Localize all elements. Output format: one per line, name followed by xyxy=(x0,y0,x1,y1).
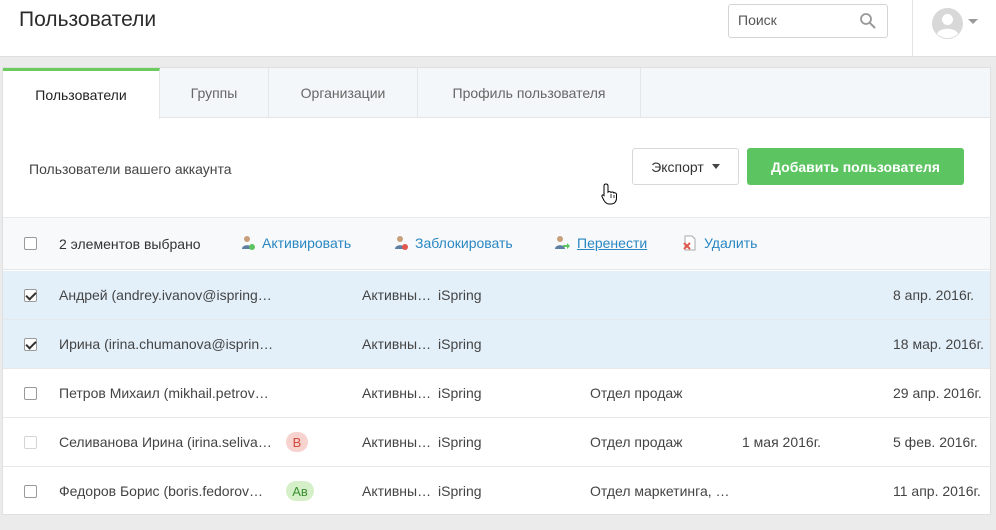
user-date: 5 фев. 2016г. xyxy=(893,434,978,450)
delete-document-icon xyxy=(683,235,696,251)
move-button[interactable]: Перенести xyxy=(553,233,647,253)
table-row[interactable]: Андрей (andrey.ivanov@ispring… Активны… … xyxy=(3,271,990,320)
user-move-icon xyxy=(555,236,570,249)
add-user-button[interactable]: Добавить пользователя xyxy=(747,148,964,185)
user-block-icon xyxy=(395,236,408,250)
users-panel: Пользователи Группы Организации Профиль … xyxy=(2,67,991,515)
user-name[interactable]: Петров Михаил (mikhail.petrov… xyxy=(59,385,269,401)
bulk-action-bar: 2 элементов выбрано Активировать Заблоки… xyxy=(3,217,990,270)
search-box[interactable] xyxy=(728,4,888,38)
tab-organizations[interactable]: Организации xyxy=(269,68,418,118)
page-title: Пользователи xyxy=(19,8,157,31)
row-checkbox[interactable] xyxy=(24,289,37,302)
delete-button[interactable]: Удалить xyxy=(682,233,757,253)
selected-count: 2 элементов выбрано xyxy=(59,236,201,252)
user-department: Отдел продаж xyxy=(590,434,683,450)
avatar-icon[interactable] xyxy=(932,8,963,39)
user-status: Активны… xyxy=(362,287,432,303)
user-activate-icon xyxy=(242,236,255,250)
user-organization: iSpring xyxy=(438,385,482,401)
table-row[interactable]: Федоров Борис (boris.fedorov… Ав Активны… xyxy=(3,467,990,514)
user-date: 8 апр. 2016г. xyxy=(893,287,975,303)
user-date: 11 апр. 2016г. xyxy=(893,483,981,499)
top-bar: Пользователи xyxy=(0,0,996,57)
hand-cursor-icon xyxy=(601,183,617,205)
user-status: Активны… xyxy=(362,434,432,450)
user-status: Активны… xyxy=(362,336,432,352)
status-badge: Ав xyxy=(286,481,314,501)
table-row[interactable]: Петров Михаил (mikhail.petrov… Активны… … xyxy=(3,369,990,418)
table-row[interactable]: Ирина (irina.chumanova@isprin… Активны… … xyxy=(3,320,990,369)
user-status: Активны… xyxy=(362,385,432,401)
user-date: 18 мар. 2016г. xyxy=(893,336,984,352)
tab-users[interactable]: Пользователи xyxy=(3,68,160,119)
activate-button[interactable]: Активировать xyxy=(240,233,351,253)
user-name[interactable]: Ирина (irina.chumanova@isprin… xyxy=(59,336,273,352)
chevron-down-icon[interactable] xyxy=(968,19,978,24)
section-subtitle: Пользователи вашего аккаунта xyxy=(29,161,232,177)
user-organization: iSpring xyxy=(438,287,482,303)
tab-bar: Пользователи Группы Организации Профиль … xyxy=(3,68,990,119)
export-button[interactable]: Экспорт xyxy=(632,148,739,185)
table-row[interactable]: Селиванова Ирина (irina.seliva… В Активн… xyxy=(3,418,990,467)
user-organization: iSpring xyxy=(438,336,482,352)
user-organization: iSpring xyxy=(438,483,482,499)
user-status: Активны… xyxy=(362,483,432,499)
tab-user-profile[interactable]: Профиль пользователя xyxy=(418,68,641,118)
user-name[interactable]: Андрей (andrey.ivanov@ispring… xyxy=(59,287,272,303)
block-button[interactable]: Заблокировать xyxy=(393,233,513,253)
user-name[interactable]: Федоров Борис (boris.fedorov… xyxy=(59,483,263,499)
row-checkbox[interactable] xyxy=(24,485,37,498)
row-checkbox[interactable] xyxy=(24,436,37,449)
user-organization: iSpring xyxy=(438,434,482,450)
tab-groups[interactable]: Группы xyxy=(160,68,269,118)
status-badge: В xyxy=(286,432,308,452)
row-checkbox[interactable] xyxy=(24,338,37,351)
user-department: Отдел маркетинга, … xyxy=(590,483,730,499)
select-all-checkbox[interactable] xyxy=(24,237,37,250)
search-input[interactable] xyxy=(738,12,856,28)
search-icon[interactable] xyxy=(859,12,877,30)
caret-down-icon xyxy=(711,164,720,169)
header-divider xyxy=(912,0,913,57)
user-expiry-date: 1 мая 2016г. xyxy=(742,434,821,450)
row-checkbox[interactable] xyxy=(24,387,37,400)
user-date: 29 апр. 2016г. xyxy=(893,385,982,401)
user-department: Отдел продаж xyxy=(590,385,683,401)
user-name[interactable]: Селиванова Ирина (irina.seliva… xyxy=(59,434,272,450)
